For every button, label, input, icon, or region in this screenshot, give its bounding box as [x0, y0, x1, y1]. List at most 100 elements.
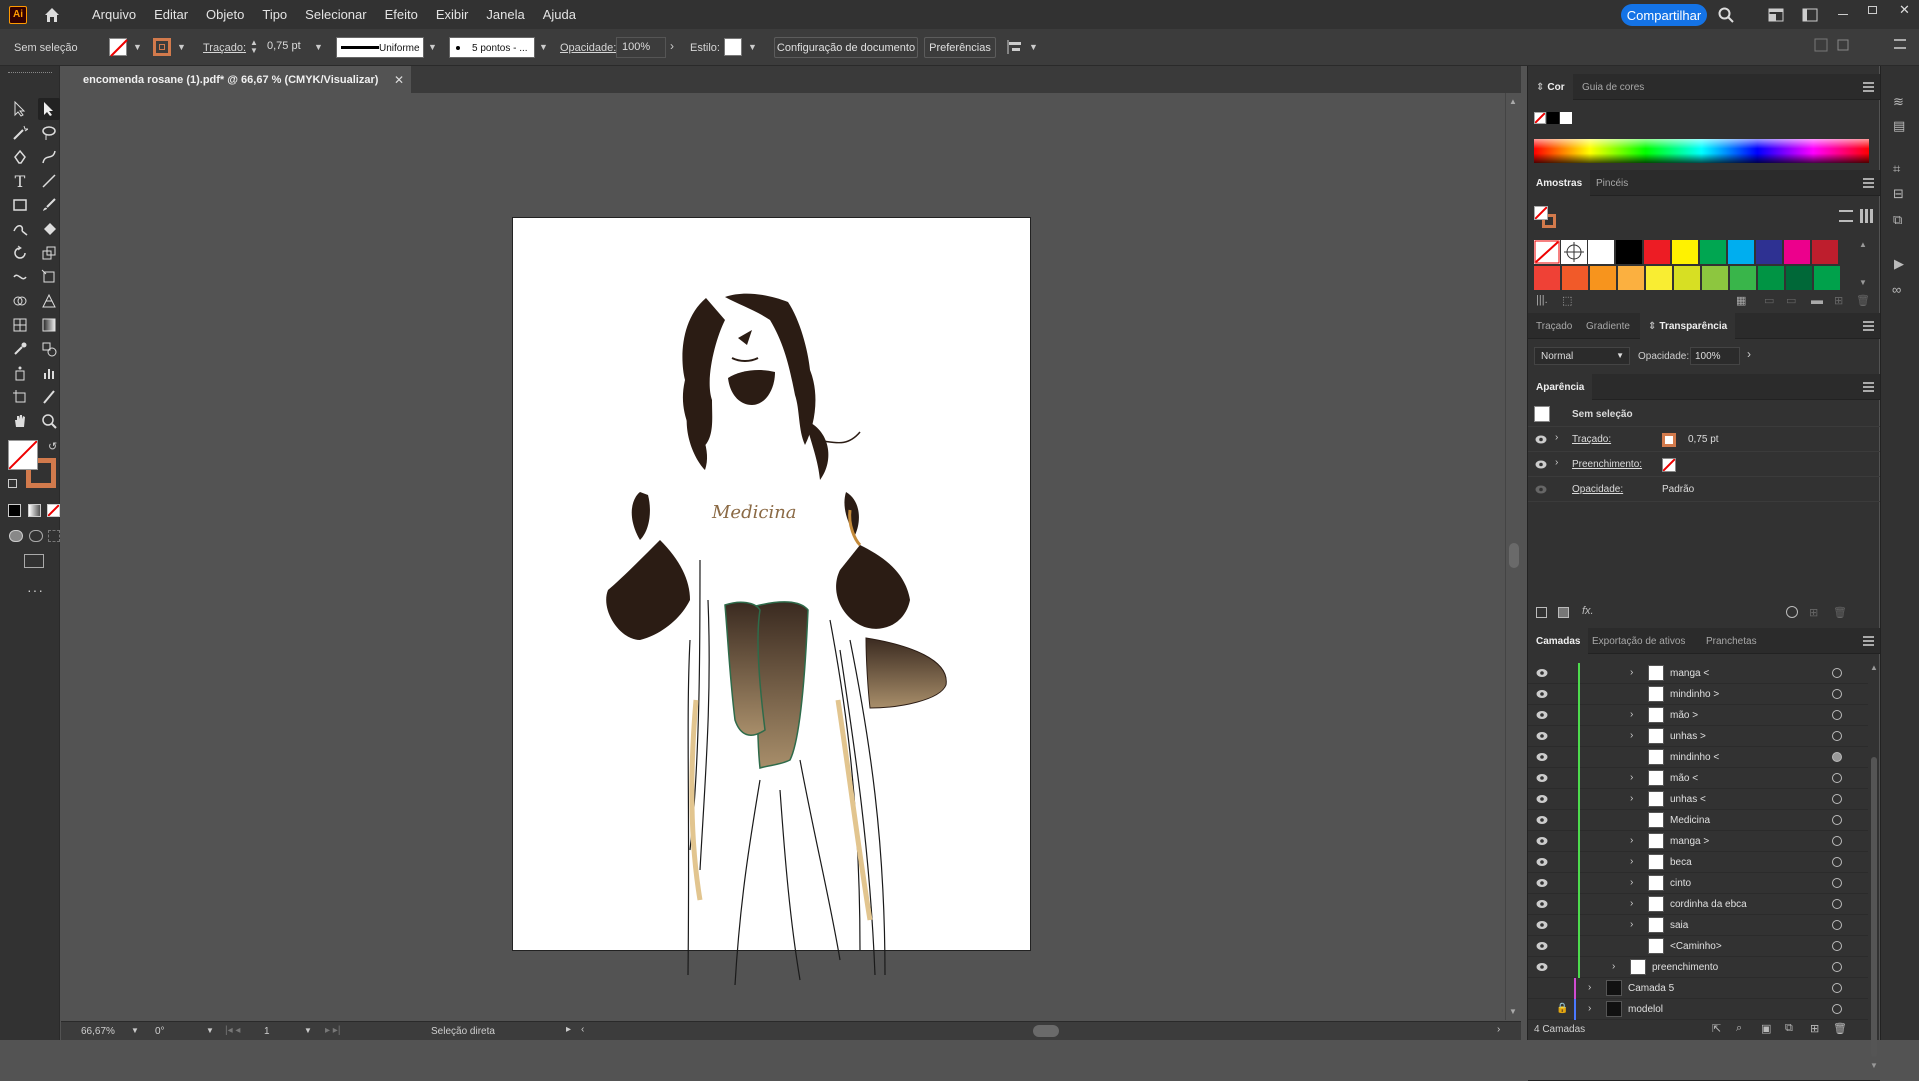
- layer-row[interactable]: mindinho <: [1528, 747, 1868, 768]
- transform-icon[interactable]: ⌗: [1893, 161, 1900, 177]
- tab-transparency[interactable]: ⇕ Transparência: [1640, 313, 1736, 339]
- restore-icon[interactable]: [1868, 6, 1877, 14]
- pathfinder-icon[interactable]: ⧉: [1893, 212, 1902, 228]
- rotation-value[interactable]: 0°: [155, 1026, 165, 1037]
- expand-arrow-icon[interactable]: ›: [1630, 877, 1633, 888]
- search-icon[interactable]: [1717, 6, 1735, 24]
- blend-tool-icon[interactable]: [38, 338, 60, 360]
- swatch-color[interactable]: [1812, 240, 1838, 264]
- eyedropper-icon[interactable]: [9, 338, 31, 360]
- tab-asset-export[interactable]: Exportação de ativos: [1584, 628, 1693, 654]
- rectangle-tool-icon[interactable]: [9, 194, 31, 216]
- swatch-scroll-down-icon[interactable]: ▼: [1859, 278, 1867, 287]
- swatch-color[interactable]: [1534, 266, 1560, 290]
- panel-menu-icon[interactable]: [1863, 321, 1874, 331]
- home-icon[interactable]: [43, 6, 61, 24]
- target-icon[interactable]: [1832, 1004, 1842, 1014]
- menu-icon[interactable]: [1894, 39, 1906, 49]
- transparency-opacity-input[interactable]: 100%: [1690, 347, 1740, 365]
- tab-appearance[interactable]: Aparência: [1528, 374, 1593, 400]
- eye-icon[interactable]: [1536, 773, 1548, 783]
- layer-name[interactable]: <Caminho>: [1670, 941, 1722, 952]
- appearance-opacity-value[interactable]: Padrão: [1662, 484, 1694, 495]
- status-menu-icon[interactable]: ▸: [566, 1024, 571, 1035]
- target-icon[interactable]: [1832, 689, 1842, 699]
- color-group-icon[interactable]: ▦: [1736, 294, 1746, 307]
- share-button[interactable]: Compartilhar: [1621, 4, 1707, 26]
- swatch-color[interactable]: [1730, 266, 1756, 290]
- tab-artboards[interactable]: Pranchetas: [1698, 628, 1765, 654]
- target-icon[interactable]: [1832, 668, 1842, 678]
- tab-brushes[interactable]: Pincéis: [1588, 170, 1636, 196]
- place-swatch-icon[interactable]: ⬚: [1562, 294, 1572, 307]
- stroke-swatch[interactable]: [153, 38, 171, 56]
- slice-tool-icon[interactable]: [38, 386, 60, 408]
- swatch-options-icon[interactable]: ▭: [1764, 294, 1774, 307]
- appearance-stroke-row[interactable]: › Traçado: 0,75 pt: [1528, 427, 1880, 452]
- expand-arrow-icon[interactable]: ›: [1630, 919, 1633, 930]
- expand-arrow-icon[interactable]: ›: [1588, 982, 1591, 993]
- target-icon[interactable]: [1832, 941, 1842, 951]
- chevron-down-icon[interactable]: ▼: [133, 42, 143, 52]
- layer-row[interactable]: <Caminho>: [1528, 936, 1868, 957]
- panel-menu-icon[interactable]: [1863, 382, 1874, 392]
- graphic-style-swatch[interactable]: [724, 38, 742, 56]
- eraser-icon[interactable]: [38, 218, 60, 240]
- libraries-icon[interactable]: ▤: [1893, 118, 1905, 134]
- expand-arrow-icon[interactable]: ›: [1630, 730, 1633, 741]
- expand-arrow-icon[interactable]: ›: [1630, 856, 1633, 867]
- expand-arrow-icon[interactable]: ›: [1630, 667, 1633, 678]
- panel-menu-icon[interactable]: [1863, 82, 1874, 92]
- chevron-down-icon[interactable]: ▼: [1029, 42, 1039, 52]
- collapse-icon[interactable]: [1814, 38, 1828, 52]
- layer-row[interactable]: › cinto: [1528, 873, 1868, 894]
- first-artboard-icon[interactable]: |◂ ◂: [225, 1025, 240, 1036]
- layer-row[interactable]: › Camada 5: [1528, 978, 1868, 999]
- zoom-level[interactable]: 66,67%: [81, 1026, 115, 1037]
- artboard-number[interactable]: 1: [264, 1026, 270, 1037]
- expand-arrow-icon[interactable]: ›: [1630, 835, 1633, 846]
- control-bar-settings-icon[interactable]: [1836, 38, 1850, 52]
- layer-row[interactable]: › manga >: [1528, 831, 1868, 852]
- swatch-color[interactable]: [1618, 266, 1644, 290]
- swatch-color[interactable]: [1784, 240, 1810, 264]
- target-icon[interactable]: [1832, 710, 1842, 720]
- add-stroke-icon[interactable]: [1536, 607, 1547, 618]
- chevron-down-icon[interactable]: ▼: [206, 1026, 214, 1035]
- fx-icon[interactable]: fx.: [1582, 605, 1594, 617]
- shape-builder-icon[interactable]: [9, 290, 31, 312]
- tab-stroke[interactable]: Traçado: [1528, 313, 1580, 339]
- chevron-down-icon[interactable]: ▼: [304, 1026, 312, 1035]
- target-icon[interactable]: [1832, 731, 1842, 741]
- tab-layers[interactable]: Camadas: [1528, 628, 1589, 654]
- menu-8[interactable]: Ajuda: [534, 7, 585, 22]
- magic-wand-icon[interactable]: [9, 122, 31, 144]
- menu-1[interactable]: Editar: [145, 7, 197, 22]
- menu-6[interactable]: Exibir: [427, 7, 478, 22]
- expand-arrow-icon[interactable]: ›: [1612, 961, 1615, 972]
- swatch-color[interactable]: [1646, 266, 1672, 290]
- eye-icon[interactable]: [1536, 920, 1548, 930]
- eye-icon[interactable]: [1536, 794, 1548, 804]
- lasso-icon[interactable]: [38, 122, 60, 144]
- opacity-label[interactable]: Opacidade:: [560, 42, 616, 54]
- swatch-fill-indicator[interactable]: [1534, 206, 1548, 220]
- swatch-color[interactable]: [1644, 240, 1670, 264]
- type-tool-icon[interactable]: T: [9, 170, 31, 192]
- draw-behind-icon[interactable]: [29, 530, 43, 542]
- swatch-color[interactable]: [1672, 240, 1698, 264]
- menu-4[interactable]: Selecionar: [296, 7, 375, 22]
- lock-icon[interactable]: 🔒: [1556, 1003, 1568, 1014]
- color-spectrum[interactable]: [1534, 139, 1869, 163]
- swatch-color[interactable]: [1702, 266, 1728, 290]
- layer-name[interactable]: cordinha da ebca: [1670, 899, 1747, 910]
- expand-arrow-icon[interactable]: ›: [1630, 709, 1633, 720]
- swatch-registration[interactable]: [1561, 240, 1587, 264]
- clipping-mask-icon[interactable]: ▣: [1761, 1022, 1771, 1035]
- preferences-button[interactable]: Preferências: [924, 37, 996, 58]
- stroke-weight-input[interactable]: 0,75 pt: [262, 37, 314, 58]
- layer-name[interactable]: Camada 5: [1628, 983, 1674, 994]
- vertical-scroll-thumb[interactable]: [1509, 543, 1519, 568]
- target-icon[interactable]: [1832, 962, 1842, 972]
- draw-inside-icon[interactable]: [48, 530, 60, 542]
